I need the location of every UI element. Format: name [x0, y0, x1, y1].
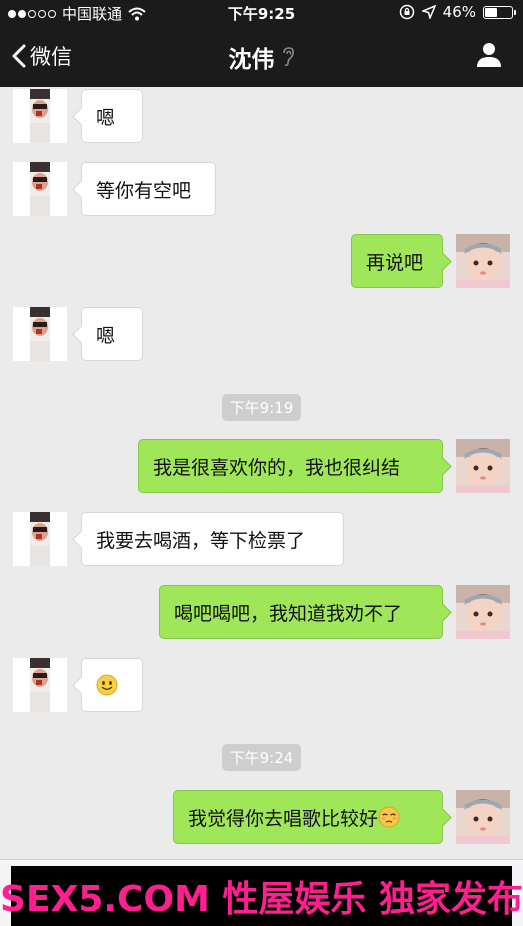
timestamp: 下午9:24 — [0, 744, 523, 771]
message-text: 我是很喜欢你的，我也很纠结 — [153, 456, 401, 479]
message-bubble[interactable]: 嗯 — [81, 307, 143, 361]
contact-avatar[interactable] — [13, 307, 67, 361]
earpiece-icon — [282, 47, 294, 67]
outgoing-message: 我觉得你去唱歌比较好 — [0, 790, 523, 844]
contact-avatar[interactable] — [13, 512, 67, 566]
battery-percent: 46% — [442, 3, 476, 21]
message-text: 等你有空吧 — [96, 179, 192, 202]
nav-bar: 微信 沈伟 — [0, 26, 523, 87]
message-bubble[interactable]: 嗯 — [81, 89, 143, 143]
outgoing-message: 我是很喜欢你的，我也很纠结 — [0, 439, 523, 493]
contact-avatar[interactable] — [13, 658, 67, 712]
message-bubble[interactable]: 我要去喝酒，等下检票了 — [81, 512, 344, 566]
outgoing-message: 再说吧 — [0, 234, 523, 288]
profile-icon — [477, 43, 501, 67]
incoming-message: 嗯 — [0, 307, 523, 361]
contact-name: 沈伟 — [228, 47, 275, 73]
message-bubble[interactable]: 我觉得你去唱歌比较好 — [173, 790, 443, 844]
profile-button[interactable] — [475, 40, 503, 72]
timestamp-label: 下午9:24 — [221, 744, 302, 771]
chat-title: 沈伟 — [0, 40, 523, 74]
message-bubble[interactable] — [81, 658, 143, 712]
message-text: 我觉得你去唱歌比较好 — [188, 807, 379, 830]
incoming-message — [0, 658, 523, 712]
watermark-text: SEX5.COM 性屋娱乐 独家发布 — [0, 879, 523, 920]
unamused-emoji-icon — [378, 806, 400, 828]
my-avatar[interactable] — [456, 585, 510, 639]
my-avatar[interactable] — [456, 790, 510, 844]
timestamp-label: 下午9:19 — [221, 394, 302, 421]
message-bubble[interactable]: 喝吧喝吧，我知道我劝不了 — [159, 585, 443, 639]
status-bar: 中国联通 下午9:25 46% — [0, 0, 523, 26]
smile-emoji — [96, 674, 118, 696]
outgoing-message: 喝吧喝吧，我知道我劝不了 — [0, 585, 523, 639]
timestamp: 下午9:19 — [0, 394, 523, 421]
message-bubble[interactable]: 等你有空吧 — [81, 162, 216, 216]
my-avatar[interactable] — [456, 234, 510, 288]
incoming-message: 等你有空吧 — [0, 162, 523, 216]
message-text: 再说吧 — [366, 251, 424, 274]
rotation-lock-icon — [399, 4, 414, 20]
message-text: 嗯 — [96, 106, 116, 129]
location-arrow-icon — [421, 5, 436, 19]
message-text: 嗯 — [96, 324, 116, 347]
message-text: 我要去喝酒，等下检票了 — [96, 529, 306, 552]
message-bubble[interactable]: 我是很喜欢你的，我也很纠结 — [138, 439, 443, 493]
status-right: 46% — [399, 3, 516, 21]
incoming-message: 嗯 — [0, 89, 523, 143]
battery-icon — [483, 5, 516, 19]
unamused-emoji — [378, 806, 400, 828]
message-text: 喝吧喝吧，我知道我劝不了 — [174, 602, 403, 625]
chat-area[interactable]: 嗯 等你有空吧 再说吧 嗯下午9:19 我是很喜欢你的，我也很纠结 我要去喝酒，… — [0, 87, 523, 859]
contact-avatar[interactable] — [13, 162, 67, 216]
incoming-message: 我要去喝酒，等下检票了 — [0, 512, 523, 566]
contact-avatar[interactable] — [13, 89, 67, 143]
message-bubble[interactable]: 再说吧 — [351, 234, 443, 288]
smile-emoji-icon — [96, 674, 118, 696]
watermark-banner: SEX5.COM 性屋娱乐 独家发布 — [0, 866, 523, 926]
my-avatar[interactable] — [456, 439, 510, 493]
